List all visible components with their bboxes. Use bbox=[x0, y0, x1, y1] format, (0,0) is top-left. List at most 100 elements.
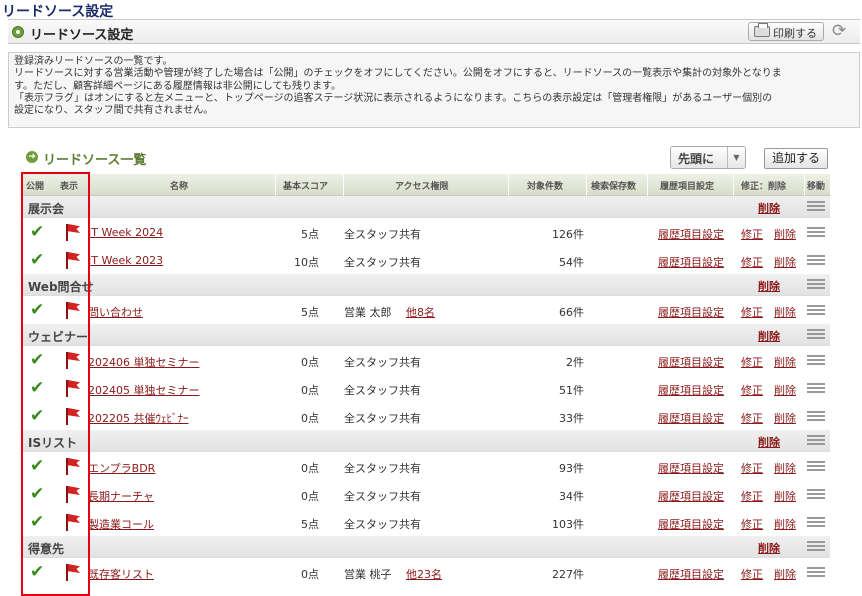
table-row: ✔ IT Week 2024 5点 全スタッフ共有 126件 履歴項目設定 修正 削除 bbox=[22, 218, 830, 246]
list-title: リードソース一覧 bbox=[43, 153, 147, 168]
edit-link[interactable]: 修正 bbox=[741, 566, 763, 582]
lead-source-name-link[interactable]: 問い合わせ bbox=[88, 304, 143, 320]
category-delete-link[interactable]: 削除 bbox=[758, 540, 780, 556]
category-delete-link[interactable]: 削除 bbox=[758, 328, 780, 344]
table-row: ✔ 長期ナーチャ 0点 全スタッフ共有 34件 履歴項目設定 修正 削除 bbox=[22, 480, 830, 508]
delete-link[interactable]: 削除 bbox=[774, 488, 796, 504]
public-check-icon[interactable]: ✔ bbox=[30, 564, 44, 581]
display-flag-icon[interactable] bbox=[64, 352, 82, 370]
public-check-icon[interactable]: ✔ bbox=[30, 224, 44, 241]
display-flag-icon[interactable] bbox=[64, 302, 82, 320]
header-name: 名称 bbox=[170, 182, 189, 192]
lead-source-name-link[interactable]: 長期ナーチャ bbox=[88, 488, 154, 504]
lead-source-name-link[interactable]: 202406 単独セミナー bbox=[88, 354, 200, 370]
display-flag-icon[interactable] bbox=[64, 224, 82, 242]
base-score: 0点 bbox=[301, 384, 319, 397]
delete-link[interactable]: 削除 bbox=[774, 460, 796, 476]
access-others-link[interactable]: 他8名 bbox=[406, 304, 435, 320]
table-row: ✔ 既存客リスト 0点 営業 桃子 他23名 227件 履歴項目設定 修正 削除 bbox=[22, 558, 830, 586]
history-setting-link[interactable]: 履歴項目設定 bbox=[658, 460, 724, 476]
display-flag-icon[interactable] bbox=[64, 514, 82, 532]
section-title: リードソース設定 bbox=[30, 28, 134, 43]
lead-source-name-link[interactable]: 既存客リスト bbox=[88, 566, 154, 582]
delete-link[interactable]: 削除 bbox=[774, 304, 796, 320]
history-setting-link[interactable]: 履歴項目設定 bbox=[658, 566, 724, 582]
display-flag-icon[interactable] bbox=[64, 408, 82, 426]
lead-source-name-link[interactable]: 202205 共催ｳｪﾋﾞﾅｰ bbox=[88, 410, 189, 426]
edit-link[interactable]: 修正 bbox=[741, 354, 763, 370]
history-setting-link[interactable]: 履歴項目設定 bbox=[658, 410, 724, 426]
lead-source-name-link[interactable]: 製造業コール bbox=[88, 516, 154, 532]
history-setting-link[interactable]: 履歴項目設定 bbox=[658, 304, 724, 320]
drag-handle-icon[interactable] bbox=[807, 305, 825, 317]
public-check-icon[interactable]: ✔ bbox=[30, 514, 44, 531]
edit-link[interactable]: 修正 bbox=[741, 410, 763, 426]
category-delete-link[interactable]: 削除 bbox=[758, 278, 780, 294]
edit-link[interactable]: 修正 bbox=[741, 304, 763, 320]
drag-handle-icon[interactable] bbox=[807, 435, 825, 447]
drag-handle-icon[interactable] bbox=[807, 541, 825, 553]
drag-handle-icon[interactable] bbox=[807, 329, 825, 341]
table-row: ✔ エンプラBDR 0点 全スタッフ共有 93件 履歴項目設定 修正 削除 bbox=[22, 452, 830, 480]
drag-handle-icon[interactable] bbox=[807, 279, 825, 291]
header-edit-delete: 修正：削除 bbox=[741, 182, 787, 192]
access-rights: 全スタッフ共有 bbox=[344, 256, 421, 269]
category-delete-link[interactable]: 削除 bbox=[758, 434, 780, 450]
target-count: 54件 bbox=[559, 256, 584, 269]
public-check-icon[interactable]: ✔ bbox=[30, 458, 44, 475]
public-check-icon[interactable]: ✔ bbox=[30, 380, 44, 397]
public-check-icon[interactable]: ✔ bbox=[30, 302, 44, 319]
display-flag-icon[interactable] bbox=[64, 486, 82, 504]
drag-handle-icon[interactable] bbox=[807, 517, 825, 529]
display-flag-icon[interactable] bbox=[64, 252, 82, 270]
history-setting-link[interactable]: 履歴項目設定 bbox=[658, 354, 724, 370]
display-flag-icon[interactable] bbox=[64, 380, 82, 398]
edit-link[interactable]: 修正 bbox=[741, 226, 763, 242]
display-flag-icon[interactable] bbox=[64, 458, 82, 476]
history-setting-link[interactable]: 履歴項目設定 bbox=[658, 226, 724, 242]
history-setting-link[interactable]: 履歴項目設定 bbox=[658, 382, 724, 398]
drag-handle-icon[interactable] bbox=[807, 355, 825, 367]
edit-link[interactable]: 修正 bbox=[741, 254, 763, 270]
drag-handle-icon[interactable] bbox=[807, 227, 825, 239]
refresh-icon[interactable]: ⟳ bbox=[832, 23, 846, 40]
delete-link[interactable]: 削除 bbox=[774, 410, 796, 426]
delete-link[interactable]: 削除 bbox=[774, 254, 796, 270]
public-check-icon[interactable]: ✔ bbox=[30, 252, 44, 269]
display-flag-icon[interactable] bbox=[64, 564, 82, 582]
header-separator bbox=[275, 174, 276, 196]
delete-link[interactable]: 削除 bbox=[774, 226, 796, 242]
lead-source-name-link[interactable]: IT Week 2023 bbox=[88, 254, 163, 267]
drag-handle-icon[interactable] bbox=[807, 383, 825, 395]
edit-link[interactable]: 修正 bbox=[741, 516, 763, 532]
edit-link[interactable]: 修正 bbox=[741, 382, 763, 398]
drag-handle-icon[interactable] bbox=[807, 461, 825, 473]
drag-handle-icon[interactable] bbox=[807, 411, 825, 423]
edit-link[interactable]: 修正 bbox=[741, 488, 763, 504]
edit-link[interactable]: 修正 bbox=[741, 460, 763, 476]
public-check-icon[interactable]: ✔ bbox=[30, 486, 44, 503]
public-check-icon[interactable]: ✔ bbox=[30, 352, 44, 369]
delete-link[interactable]: 削除 bbox=[774, 566, 796, 582]
lead-source-name-link[interactable]: IT Week 2024 bbox=[88, 226, 163, 239]
delete-link[interactable]: 削除 bbox=[774, 516, 796, 532]
drag-handle-icon[interactable] bbox=[807, 255, 825, 267]
history-setting-link[interactable]: 履歴項目設定 bbox=[658, 488, 724, 504]
page-title: リードソース設定 bbox=[2, 4, 114, 20]
public-check-icon[interactable]: ✔ bbox=[30, 408, 44, 425]
delete-link[interactable]: 削除 bbox=[774, 354, 796, 370]
drag-handle-icon[interactable] bbox=[807, 567, 825, 579]
order-select[interactable]: 先頭に ▼ bbox=[670, 146, 746, 169]
category-delete-link[interactable]: 削除 bbox=[758, 200, 780, 216]
history-setting-link[interactable]: 履歴項目設定 bbox=[658, 254, 724, 270]
lead-source-name-link[interactable]: エンプラBDR bbox=[88, 460, 155, 476]
history-setting-link[interactable]: 履歴項目設定 bbox=[658, 516, 724, 532]
access-others-link[interactable]: 他23名 bbox=[406, 566, 442, 582]
add-button[interactable]: 追加する bbox=[764, 148, 828, 169]
drag-handle-icon[interactable] bbox=[807, 489, 825, 501]
drag-handle-icon[interactable] bbox=[807, 201, 825, 213]
delete-link[interactable]: 削除 bbox=[774, 382, 796, 398]
access-rights: 全スタッフ共有 bbox=[344, 518, 421, 531]
lead-source-name-link[interactable]: 202405 単独セミナー bbox=[88, 382, 200, 398]
print-button[interactable]: 印刷する bbox=[748, 22, 824, 41]
